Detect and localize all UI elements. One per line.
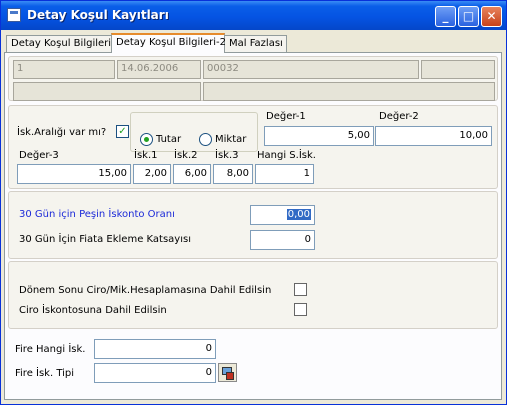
deger2-label: Değer-2 — [379, 111, 419, 122]
radio-miktar-label: Miktar — [215, 134, 247, 145]
title-bar[interactable]: Detay Koşul Kayıtları _ □ ✕ — [1, 1, 506, 30]
fire-hangi-label: Fire Hangi İsk. — [15, 344, 86, 355]
donem-panel: Dönem Sonu Ciro/Mik.Hesaplamasına Dahil … — [8, 261, 498, 329]
radio-miktar[interactable] — [199, 133, 212, 146]
tab-page: 1 14.06.2006 00032 İsk.Aralığı var mı? ✓… — [4, 52, 502, 400]
fiata-ekleme-input[interactable]: 0 — [250, 230, 315, 250]
app-icon — [7, 8, 21, 22]
discount-panel: İsk.Aralığı var mı? ✓ Tutar Miktar Değer… — [8, 105, 498, 189]
isk1-label: İsk.1 — [134, 150, 158, 161]
isk1-input[interactable]: 2,00 — [133, 164, 171, 184]
amount-type-group: Tutar Miktar — [130, 112, 258, 152]
window-title: Detay Koşul Kayıtları — [27, 8, 169, 22]
discount-range-checkbox[interactable]: ✓ — [116, 125, 129, 138]
tab-detay-kosul-bilgileri-2[interactable]: Detay Koşul Bilgileri-2 — [111, 33, 226, 53]
maximize-button[interactable]: □ — [458, 6, 479, 27]
fire-hangi-input[interactable]: 0 — [94, 339, 216, 359]
discount-range-label: İsk.Aralığı var mı? — [17, 127, 107, 138]
radio-tutar[interactable] — [140, 133, 153, 146]
isk2-label: İsk.2 — [174, 150, 198, 161]
donem-sonu-label: Dönem Sonu Ciro/Mik.Hesaplamasına Dahil … — [19, 285, 272, 296]
fire-tipi-label: Fire İsk. Tipi — [15, 368, 75, 379]
deger1-input[interactable]: 5,00 — [264, 126, 374, 146]
header-field-5 — [13, 82, 201, 101]
hangi-sisk-input[interactable]: 1 — [255, 164, 314, 184]
pesin-iskonto-input[interactable]: 0,00 — [250, 205, 315, 225]
deger2-input[interactable]: 10,00 — [375, 126, 492, 146]
deger3-label: Değer-3 — [19, 150, 59, 161]
isk2-input[interactable]: 6,00 — [173, 164, 211, 184]
fiata-ekleme-label: 30 Gün İçin Fiata Ekleme Katsayısı — [19, 234, 191, 245]
lookup-icon[interactable] — [218, 363, 237, 382]
deger3-input[interactable]: 15,00 — [17, 164, 131, 184]
pesin-iskonto-label: 30 Gün için Peşin İskonto Oranı — [19, 209, 175, 220]
close-button[interactable]: ✕ — [481, 6, 502, 27]
minimize-button[interactable]: _ — [435, 6, 456, 27]
pesin-panel: 30 Gün için Peşin İskonto Oranı 0,00 30 … — [8, 191, 498, 259]
header-field-1: 1 — [13, 60, 115, 79]
deger1-label: Değer-1 — [266, 111, 306, 122]
ciro-iskonto-label: Ciro İskontosuna Dahil Edilsin — [19, 305, 167, 316]
hangi-sisk-label: Hangi S.İsk. — [257, 150, 316, 161]
ciro-iskonto-checkbox[interactable] — [294, 303, 307, 316]
pesin-iskonto-value: 0,00 — [286, 209, 311, 220]
tab-detay-kosul-bilgileri[interactable]: Detay Koşul Bilgileri — [6, 35, 112, 52]
header-field-date: 14.06.2006 — [117, 60, 201, 79]
donem-sonu-checkbox[interactable] — [294, 283, 307, 296]
radio-tutar-label: Tutar — [156, 134, 182, 145]
header-field-4 — [421, 60, 495, 79]
window: Detay Koşul Kayıtları _ □ ✕ Detay Koşul … — [0, 0, 507, 405]
header-field-6 — [203, 82, 495, 101]
isk3-label: İsk.3 — [215, 150, 239, 161]
header-panel: 1 14.06.2006 00032 — [8, 56, 498, 101]
header-field-code: 00032 — [203, 60, 419, 79]
fire-tipi-input[interactable]: 0 — [94, 363, 216, 383]
isk3-input[interactable]: 8,00 — [213, 164, 253, 184]
tab-mal-fazlasi[interactable]: Mal Fazlası — [224, 35, 287, 52]
